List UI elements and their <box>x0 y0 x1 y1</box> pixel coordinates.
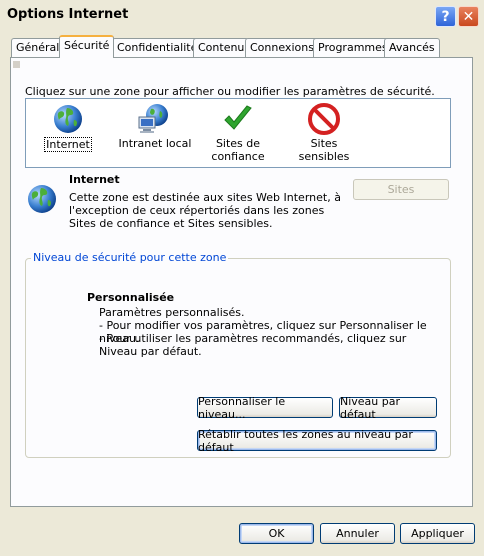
zone-info-title: Internet <box>69 173 120 186</box>
tab-general[interactable]: Général <box>11 38 65 57</box>
help-button[interactable]: ? <box>435 6 456 27</box>
sites-button[interactable]: Sites <box>353 179 449 200</box>
apply-button[interactable]: Appliquer <box>400 523 475 544</box>
globe-icon <box>54 105 82 133</box>
zone-intranet-label: Intranet local <box>118 137 192 150</box>
zone-instruction: Cliquez sur une zone pour afficher ou mo… <box>25 85 435 98</box>
security-level-legend: Niveau de sécurité pour cette zone <box>31 251 229 264</box>
cancel-button[interactable]: Annuler <box>320 523 395 544</box>
window-title: Options Internet <box>7 7 129 22</box>
restricted-icon <box>308 103 340 135</box>
zone-info-description: Cette zone est destinée aux sites Web In… <box>69 191 341 230</box>
close-icon: ✕ <box>462 8 475 25</box>
globe-icon <box>28 185 56 213</box>
tab-securite[interactable]: Sécurité <box>59 35 115 58</box>
zone-internet-label: Internet <box>44 137 92 152</box>
zone-sites-de-confiance[interactable]: Sites de confiance <box>208 103 268 163</box>
custom-level-button[interactable]: Personnaliser le niveau... <box>197 395 333 421</box>
zone-sites-sensibles[interactable]: Sites sensibles <box>285 103 363 163</box>
tab-avances[interactable]: Avancés <box>384 38 440 57</box>
ok-button[interactable]: OK <box>239 523 314 544</box>
security-level-line1: Paramètres personnalisés. <box>99 306 245 319</box>
panel-marker <box>13 61 20 68</box>
tab-contenu[interactable]: Contenu <box>193 38 250 57</box>
reset-all-zones-button[interactable]: Rétablir toutes les zones au niveau par … <box>197 428 437 454</box>
security-level-name: Personnalisée <box>87 291 175 304</box>
security-level-line3: - Pour utiliser les paramètres recommand… <box>99 332 407 358</box>
tab-programmes[interactable]: Programmes <box>313 38 393 57</box>
zone-intranet-local[interactable]: Intranet local <box>115 103 195 150</box>
tab-confidentialite[interactable]: Confidentialité <box>112 38 203 57</box>
zone-internet[interactable]: Internet <box>42 103 94 152</box>
help-icon: ? <box>441 8 450 25</box>
tab-connexions[interactable]: Connexions <box>245 38 319 57</box>
close-button[interactable]: ✕ <box>458 6 479 27</box>
checkmark-icon <box>224 105 252 130</box>
title-bar: Options Internet ? ✕ <box>0 0 484 30</box>
default-level-button[interactable]: Niveau par défaut <box>339 395 437 421</box>
zone-sensibles-label: Sites sensibles <box>298 137 350 163</box>
zone-confiance-label: Sites de confiance <box>211 137 265 163</box>
intranet-icon <box>138 104 168 133</box>
